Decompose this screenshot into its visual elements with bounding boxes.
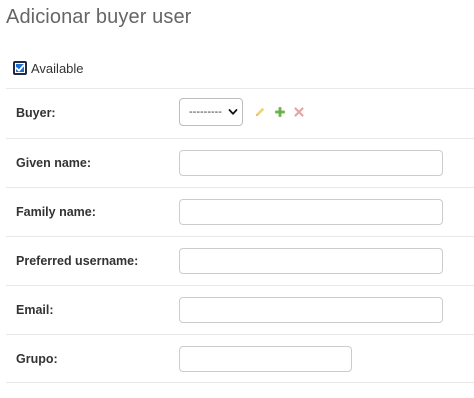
given-name-label: Given name: [16, 156, 92, 170]
page-title: Adicionar buyer user [6, 6, 192, 28]
pencil-icon[interactable] [254, 106, 266, 118]
plus-icon[interactable] [274, 106, 286, 118]
available-checkbox[interactable] [13, 61, 27, 75]
buyer-select[interactable]: --------- [179, 98, 243, 126]
preferred-username-input[interactable] [179, 248, 443, 274]
available-field: Available [13, 58, 84, 78]
given-name-row: Given name: [6, 138, 474, 187]
available-label: Available [31, 60, 84, 76]
family-name-input[interactable] [179, 199, 443, 225]
preferred-username-label: Preferred username: [16, 254, 139, 268]
checkmark-icon [15, 64, 25, 72]
buyer-select-value: --------- [189, 106, 222, 118]
grupo-input[interactable] [179, 346, 352, 372]
given-name-input[interactable] [179, 150, 443, 176]
family-name-row: Family name: [6, 187, 474, 236]
grupo-label: Grupo: [16, 351, 58, 366]
buyer-label: Buyer: [16, 106, 56, 120]
email-label: Email: [16, 303, 54, 317]
chevron-down-icon [228, 109, 238, 115]
email-row: Email: [6, 285, 474, 334]
family-name-label: Family name: [16, 205, 96, 219]
buyer-row: Buyer: --------- [6, 88, 474, 137]
preferred-username-row: Preferred username: [6, 236, 474, 285]
email-input[interactable] [179, 297, 443, 323]
grupo-row: Grupo: [6, 334, 474, 383]
x-icon[interactable] [293, 106, 305, 118]
